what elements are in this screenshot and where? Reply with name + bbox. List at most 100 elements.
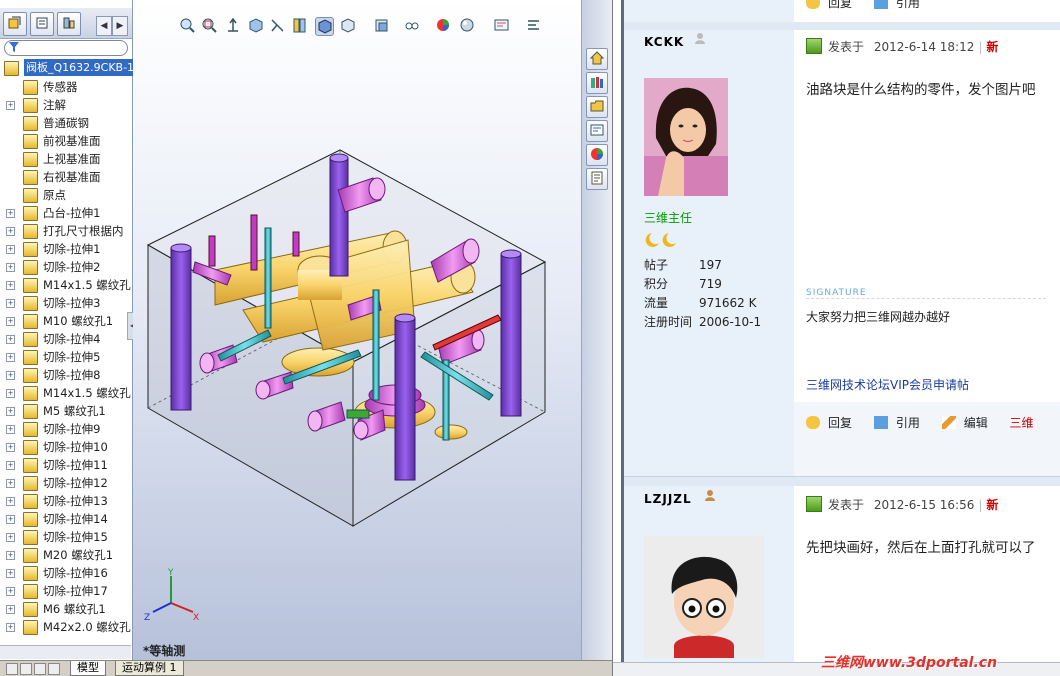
expand-toggle-icon[interactable]: +: [6, 479, 15, 488]
expand-toggle-icon[interactable]: +: [6, 497, 15, 506]
tree-item[interactable]: 上视基准面: [0, 150, 131, 168]
expand-toggle-icon[interactable]: +: [6, 389, 15, 398]
tree-item[interactable]: 前视基准面: [0, 132, 131, 150]
tree-item[interactable]: 传感器: [0, 78, 131, 96]
tree-item[interactable]: + M6 螺纹孔1: [0, 600, 131, 618]
tree-item[interactable]: 右视基准面: [0, 168, 131, 186]
tree-item[interactable]: + 切除-拉伸10: [0, 438, 131, 456]
post1-avatar[interactable]: [644, 78, 728, 196]
expand-toggle-icon[interactable]: +: [6, 551, 15, 560]
tree-root-part[interactable]: 阀板_Q1632.9CKB-1: [0, 58, 137, 78]
tree-item-label: 切除-拉伸5: [43, 350, 101, 364]
tree-item-label: M14x1.5 螺纹孔: [43, 278, 131, 292]
tree-item[interactable]: + M20 螺纹孔1: [0, 546, 131, 564]
tree-items: 传感器 + 注解普通碳钢前视基准面 上视基准面 右视基准面 原点 + 凸台-拉伸1 + 打孔尺寸根…: [0, 78, 131, 636]
quote-button[interactable]: 引用: [873, 414, 920, 431]
feature-tree: 阀板_Q1632.9CKB-1 传感器 + 注解普通碳钢前视基准面 上视基准面 右视基准…: [0, 58, 137, 636]
expand-toggle-icon[interactable]: +: [6, 353, 15, 362]
expand-toggle-icon[interactable]: +: [6, 317, 15, 326]
design-library-button[interactable]: [586, 72, 608, 94]
tab-model[interactable]: 模型: [70, 661, 106, 676]
prev-quote-button[interactable]: 引用: [873, 0, 920, 11]
expand-toggle-icon[interactable]: +: [6, 407, 15, 416]
tree-item[interactable]: + 切除-拉伸2: [0, 258, 131, 276]
tree-filter-input[interactable]: [4, 40, 128, 56]
tree-item[interactable]: + 切除-拉伸12: [0, 474, 131, 492]
tree-item[interactable]: + 切除-拉伸11: [0, 456, 131, 474]
tree-item[interactable]: + 切除-拉伸17: [0, 582, 131, 600]
tree-item-label: 普通碳钢: [43, 116, 89, 130]
tree-item[interactable]: + 切除-拉伸4: [0, 330, 131, 348]
expand-toggle-icon[interactable]: +: [6, 299, 15, 308]
tree-item[interactable]: + 切除-拉伸14: [0, 510, 131, 528]
tab-motion-study[interactable]: 运动算例 1: [115, 661, 184, 676]
feature-icon: [23, 314, 38, 329]
valve-block-model[interactable]: [133, 0, 581, 660]
expand-toggle-icon[interactable]: +: [6, 623, 15, 632]
view-palette-button[interactable]: [586, 120, 608, 142]
expand-toggle-icon[interactable]: +: [6, 209, 15, 218]
graphics-viewport[interactable]: Y X Z *等轴测: [133, 0, 581, 660]
post1-extra-link[interactable]: 三维: [1010, 414, 1034, 431]
tree-item[interactable]: + 切除-拉伸16: [0, 564, 131, 582]
tree-item[interactable]: + 切除-拉伸8: [0, 366, 131, 384]
tree-item[interactable]: 普通碳钢: [0, 114, 131, 132]
file-explorer-button[interactable]: [586, 96, 608, 118]
tree-item[interactable]: + 注解: [0, 96, 131, 114]
tree-item[interactable]: + M14x1.5 螺纹孔: [0, 384, 131, 402]
tree-item[interactable]: + M14x1.5 螺纹孔: [0, 276, 131, 294]
feature-icon: [23, 584, 38, 599]
tree-item[interactable]: 原点: [0, 186, 131, 204]
expand-toggle-icon[interactable]: +: [6, 425, 15, 434]
tree-item[interactable]: + 切除-拉伸9: [0, 420, 131, 438]
expand-toggle-icon[interactable]: +: [6, 569, 15, 578]
expand-toggle-icon[interactable]: +: [6, 263, 15, 272]
tree-item[interactable]: + 切除-拉伸5: [0, 348, 131, 366]
expand-toggle-icon[interactable]: +: [6, 515, 15, 524]
tab-nav-prev-button[interactable]: [20, 663, 32, 675]
expand-toggle-icon[interactable]: +: [6, 461, 15, 470]
tree-item[interactable]: + 切除-拉伸15: [0, 528, 131, 546]
feature-icon: [23, 332, 38, 347]
expand-toggle-icon[interactable]: +: [6, 587, 15, 596]
expand-toggle-icon[interactable]: +: [6, 335, 15, 344]
configuration-manager-tab[interactable]: [57, 12, 81, 36]
tree-item[interactable]: + M10 螺纹孔1: [0, 312, 131, 330]
post1-username[interactable]: KCKK: [644, 35, 684, 49]
tree-item[interactable]: + 凸台-拉伸1: [0, 204, 131, 222]
tab-nav-next-button[interactable]: [34, 663, 46, 675]
tree-item[interactable]: + 切除-拉伸3: [0, 294, 131, 312]
expand-toggle-icon[interactable]: +: [6, 605, 15, 614]
prev-reply-button[interactable]: 回复: [806, 0, 852, 11]
expand-toggle-icon[interactable]: +: [6, 533, 15, 542]
edit-button[interactable]: 编辑: [941, 414, 988, 431]
appearances-button[interactable]: [586, 144, 608, 166]
tree-item[interactable]: + 打孔尺寸根据内: [0, 222, 131, 240]
post2-author-panel: LZJJZL: [624, 486, 794, 676]
tab-scroll-left-button[interactable]: ◀: [96, 16, 112, 36]
post2-username[interactable]: LZJJZL: [644, 492, 692, 506]
tree-horizontal-scrollbar[interactable]: [0, 645, 131, 659]
property-manager-tab[interactable]: [30, 12, 54, 36]
tree-item[interactable]: + M42x2.0 螺纹孔: [0, 618, 131, 636]
tree-item-label: M6 螺纹孔1: [43, 602, 106, 616]
feature-icon: [23, 278, 38, 293]
reply-button[interactable]: 回复: [806, 414, 852, 431]
tab-nav-last-button[interactable]: [48, 663, 60, 675]
expand-toggle-icon[interactable]: +: [6, 281, 15, 290]
tree-item[interactable]: + 切除-拉伸13: [0, 492, 131, 510]
expand-toggle-icon[interactable]: +: [6, 227, 15, 236]
expand-toggle-icon[interactable]: +: [6, 371, 15, 380]
vip-apply-link[interactable]: 三维网技术论坛VIP会员申请帖: [806, 376, 969, 393]
tab-scroll-right-button[interactable]: ▶: [112, 16, 128, 36]
tab-nav-first-button[interactable]: [6, 663, 18, 675]
expand-toggle-icon[interactable]: +: [6, 245, 15, 254]
post2-avatar[interactable]: [644, 536, 764, 658]
expand-toggle-icon[interactable]: +: [6, 101, 15, 110]
feature-tree-tab[interactable]: [3, 12, 27, 36]
resources-home-button[interactable]: [586, 48, 608, 70]
tree-item[interactable]: + M5 螺纹孔1: [0, 402, 131, 420]
custom-properties-button[interactable]: [586, 168, 608, 190]
expand-toggle-icon[interactable]: +: [6, 443, 15, 452]
tree-item[interactable]: + 切除-拉伸1: [0, 240, 131, 258]
